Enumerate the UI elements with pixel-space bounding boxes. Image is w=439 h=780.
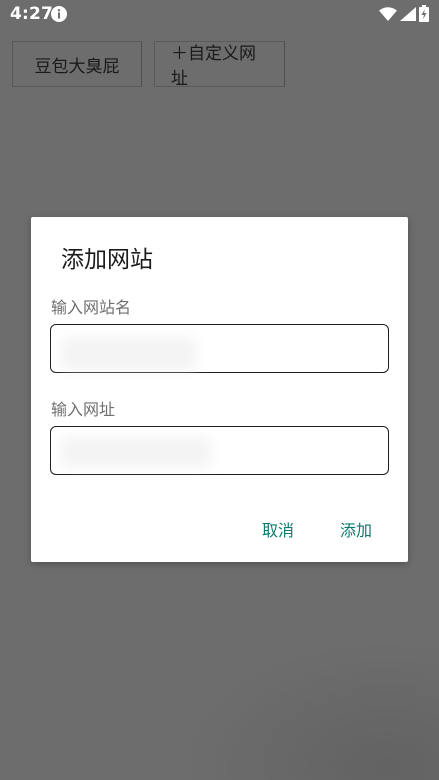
wifi-icon [379, 6, 397, 25]
status-time: 4:27 [10, 4, 54, 24]
add-button[interactable]: 添加 [340, 517, 372, 541]
background-button-row: 豆包大臭屁 ＋自定义网址 [12, 41, 285, 89]
status-bar: 4:27 [0, 0, 439, 30]
signal-icon [400, 6, 416, 25]
status-icons [379, 5, 429, 26]
dialog-actions: 取消 添加 [262, 517, 372, 541]
cancel-button[interactable]: 取消 [262, 517, 294, 541]
custom-url-button: ＋自定义网址 [154, 41, 285, 89]
site-name-input[interactable] [50, 324, 389, 373]
site-url-input[interactable] [50, 426, 389, 475]
background-shade [179, 640, 439, 780]
site-name-label: 输入网站名 [51, 298, 132, 317]
battery-charging-icon [419, 5, 429, 26]
add-site-dialog: 添加网站 输入网站名 输入网址 取消 添加 [31, 217, 408, 562]
site-url-label: 输入网址 [51, 400, 116, 419]
preset-site-button: 豆包大臭屁 [12, 41, 142, 87]
info-icon [51, 6, 67, 22]
dialog-title: 添加网站 [61, 247, 153, 273]
